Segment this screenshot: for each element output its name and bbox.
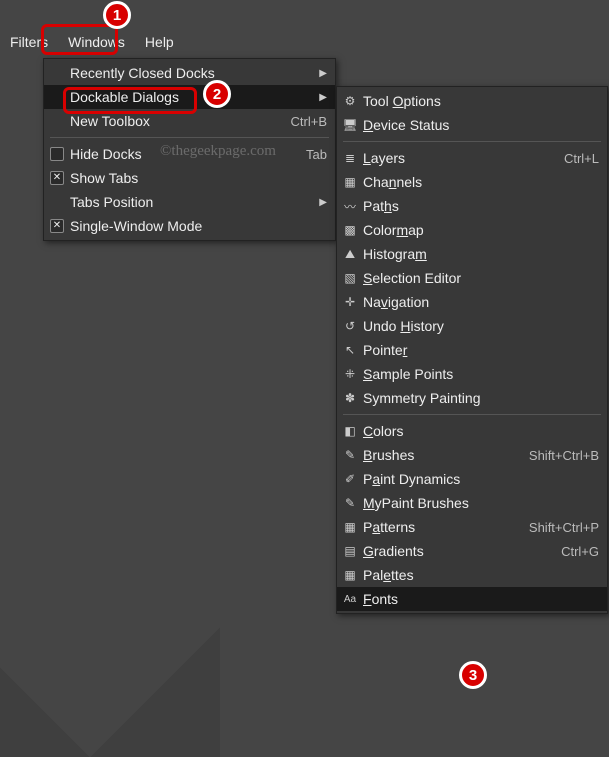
menu-help[interactable]: Help — [135, 30, 184, 54]
item-tool-options[interactable]: ⚙ Tool Options — [337, 89, 607, 113]
item-show-tabs[interactable]: ✕Show Tabs — [44, 166, 335, 190]
annot-badge-3: 3 — [459, 661, 487, 689]
layers-icon: ≣ — [343, 151, 357, 165]
item-channels[interactable]: ▦ Channels — [337, 170, 607, 194]
item-mypaint-brushes[interactable]: ✎ MyPaint Brushes — [337, 491, 607, 515]
palettes-icon: ▦ — [343, 568, 357, 582]
item-gradients[interactable]: ▤ Gradients Ctrl+G — [337, 539, 607, 563]
item-paths[interactable]: 〰 Paths — [337, 194, 607, 218]
annot-badge-1: 1 — [103, 1, 131, 29]
item-single-window[interactable]: ✕Single-Window Mode — [44, 214, 335, 238]
dynamics-icon: ✐ — [343, 472, 357, 486]
item-sample-points[interactable]: ⁜ Sample Points — [337, 362, 607, 386]
colors-icon: ◧ — [343, 424, 357, 438]
checkbox-checked-icon: ✕ — [50, 219, 64, 233]
colormap-icon: ▩ — [343, 223, 357, 237]
item-pointer[interactable]: ↖ Pointer — [337, 338, 607, 362]
checkbox-icon — [50, 147, 64, 161]
channels-icon: ▦ — [343, 175, 357, 189]
item-histogram[interactable]: ⛰ Histogram — [337, 242, 607, 266]
pointer-icon: ↖ — [343, 343, 357, 357]
sample-points-icon: ⁜ — [343, 367, 357, 381]
item-navigation[interactable]: ✛ Navigation — [337, 290, 607, 314]
item-fonts[interactable]: Aa Fonts — [337, 587, 607, 611]
item-hide-docks[interactable]: Hide DocksTab — [44, 142, 335, 166]
item-undo-history[interactable]: ↺ Undo History — [337, 314, 607, 338]
gradients-icon: ▤ — [343, 544, 357, 558]
item-device-status[interactable]: 🖥 Device Status — [337, 113, 607, 137]
separator — [50, 137, 329, 138]
histogram-icon: ⛰ — [343, 247, 357, 261]
item-patterns[interactable]: ▦ Patterns Shift+Ctrl+P — [337, 515, 607, 539]
item-paint-dynamics[interactable]: ✐ Paint Dynamics — [337, 467, 607, 491]
item-selection-editor[interactable]: ▧ Selection Editor — [337, 266, 607, 290]
item-colormap[interactable]: ▩ Colormap — [337, 218, 607, 242]
symmetry-icon: ✽ — [343, 391, 357, 405]
undo-history-icon: ↺ — [343, 319, 357, 333]
windows-menu: Recently Closed Docks▶ Dockable Dialogs▶… — [43, 58, 336, 241]
fonts-icon: Aa — [343, 592, 357, 606]
item-palettes[interactable]: ▦ Palettes — [337, 563, 607, 587]
annot-windows — [41, 24, 118, 55]
paths-icon: 〰 — [343, 199, 357, 213]
mypaint-icon: ✎ — [343, 496, 357, 510]
tool-options-icon: ⚙ — [343, 94, 357, 108]
checkbox-checked-icon: ✕ — [50, 171, 64, 185]
dockable-submenu: ⚙ Tool Options 🖥 Device Status ≣ Layers … — [336, 86, 608, 614]
annot-dockable — [63, 87, 197, 114]
annot-badge-2: 2 — [203, 80, 231, 108]
item-brushes[interactable]: ✎ Brushes Shift+Ctrl+B — [337, 443, 607, 467]
brush-icon: ✎ — [343, 448, 357, 462]
item-tabs-position[interactable]: Tabs Position▶ — [44, 190, 335, 214]
patterns-icon: ▦ — [343, 520, 357, 534]
item-colors[interactable]: ◧ Colors — [337, 419, 607, 443]
separator — [343, 141, 601, 142]
navigation-icon: ✛ — [343, 295, 357, 309]
selection-icon: ▧ — [343, 271, 357, 285]
separator — [343, 414, 601, 415]
item-symmetry-painting[interactable]: ✽ Symmetry Painting — [337, 386, 607, 410]
item-layers[interactable]: ≣ Layers Ctrl+L — [337, 146, 607, 170]
device-status-icon: 🖥 — [343, 118, 357, 132]
item-recently-closed[interactable]: Recently Closed Docks▶ — [44, 61, 335, 85]
